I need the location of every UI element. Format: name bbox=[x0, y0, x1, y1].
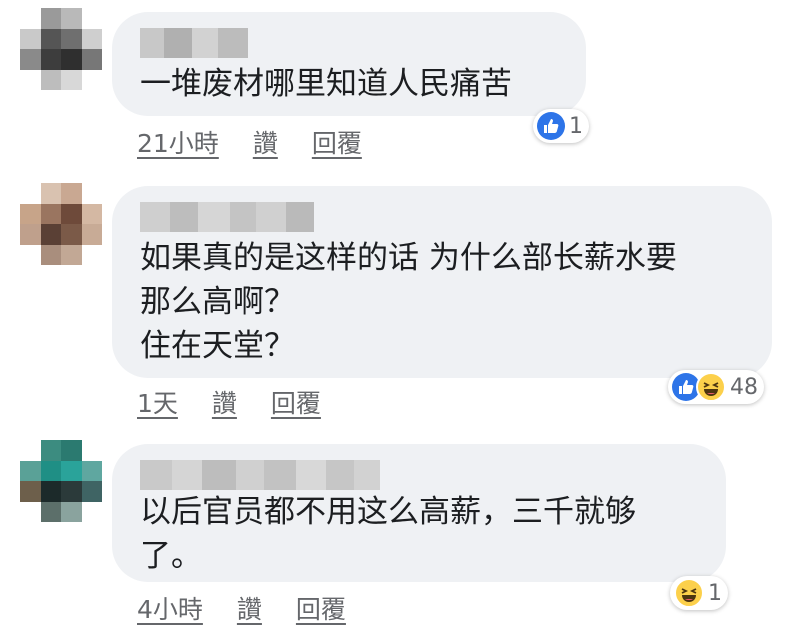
thumbs-up-icon bbox=[537, 112, 565, 140]
like-button[interactable]: 讚 bbox=[253, 124, 278, 160]
laughing-face-icon bbox=[696, 372, 726, 402]
like-button[interactable]: 讚 bbox=[212, 384, 237, 420]
reply-button[interactable]: 回覆 bbox=[271, 384, 321, 420]
comment-text: 以后官员都不用这么高薪，三千就够 了。 bbox=[140, 494, 636, 574]
like-button[interactable]: 讚 bbox=[237, 590, 262, 626]
comment-text: 一堆废材哪里知道人民痛苦 bbox=[140, 66, 512, 102]
timestamp-link[interactable]: 4小時 bbox=[137, 590, 203, 626]
comment-bubble: 一堆废材哪里知道人民痛苦 bbox=[112, 12, 586, 116]
comment-text: 如果真的是这样的话 为什么部长薪水要 那么高啊？ 住在天堂？ bbox=[140, 240, 677, 364]
comment-actions: 4小時 讚 回覆 bbox=[137, 590, 346, 626]
reaction-summary[interactable]: 1 bbox=[670, 576, 728, 610]
comment-bubble: 如果真的是这样的话 为什么部长薪水要 那么高啊？ 住在天堂？ bbox=[112, 186, 772, 378]
comment-actions: 21小時 讚 回覆 bbox=[137, 124, 362, 160]
timestamp-link[interactable]: 21小時 bbox=[137, 124, 219, 160]
avatar[interactable] bbox=[20, 183, 102, 265]
reaction-count: 1 bbox=[708, 580, 722, 606]
reaction-count: 48 bbox=[730, 374, 758, 400]
reaction-count: 1 bbox=[569, 113, 583, 139]
reply-button[interactable]: 回覆 bbox=[312, 124, 362, 160]
blurred-author-name[interactable] bbox=[140, 28, 248, 58]
laughing-face-icon bbox=[674, 578, 704, 608]
reply-button[interactable]: 回覆 bbox=[296, 590, 346, 626]
blurred-author-name[interactable] bbox=[140, 460, 380, 490]
comment-actions: 1天 讚 回覆 bbox=[137, 384, 321, 420]
reaction-summary[interactable]: 1 bbox=[533, 109, 589, 143]
comment-bubble: 以后官员都不用这么高薪，三千就够 了。 bbox=[112, 444, 726, 582]
avatar[interactable] bbox=[20, 440, 102, 522]
blurred-author-name[interactable] bbox=[140, 202, 314, 232]
avatar[interactable] bbox=[20, 8, 102, 90]
reaction-summary[interactable]: 48 bbox=[668, 370, 764, 404]
timestamp-link[interactable]: 1天 bbox=[137, 384, 178, 420]
